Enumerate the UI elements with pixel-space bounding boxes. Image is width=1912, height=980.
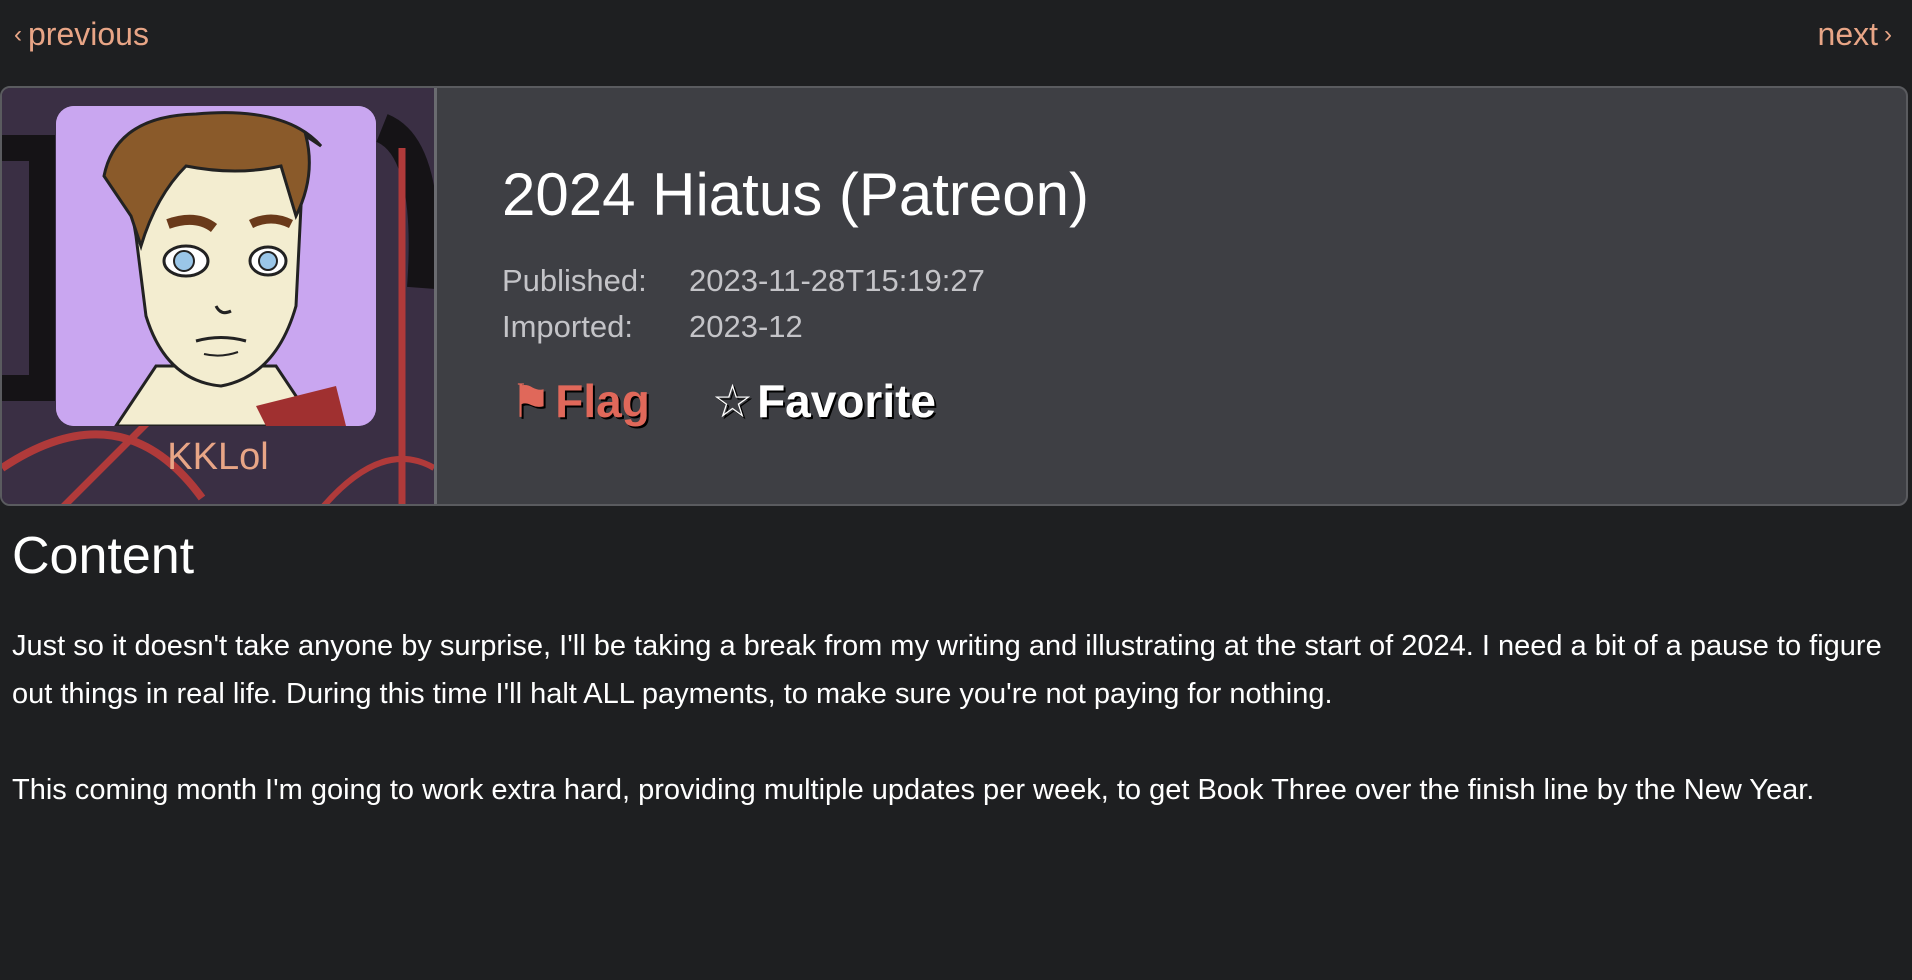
content-paragraph: This coming month I'm going to work extr… (12, 774, 1815, 806)
post-actions: ⚑ Flag ☆ Favorite (502, 374, 936, 428)
next-label: next (1817, 16, 1878, 52)
star-icon: ☆ (711, 375, 754, 427)
post-title: 2024 Hiatus (Patreon) (502, 161, 1089, 228)
favorite-label: Favorite (757, 375, 937, 427)
next-link[interactable]: next › (1818, 16, 1898, 53)
avatar-portrait-icon (56, 106, 376, 426)
flag-icon: ⚑ (510, 375, 552, 427)
favorite-button[interactable]: ☆ Favorite (712, 374, 936, 428)
published-label: Published: (502, 263, 647, 298)
username-link[interactable]: KKLol (2, 436, 434, 479)
chevron-left-icon: ‹ (14, 20, 22, 48)
flag-button[interactable]: ⚑ Flag (502, 374, 650, 428)
previous-label: previous (28, 16, 149, 52)
published-row: Published: 2023-11-28T15:19:27 (502, 258, 985, 304)
post-header: KKLol 2024 Hiatus (Patreon) Published: 2… (0, 86, 1908, 506)
post-navigation: ‹ previous next › (0, 0, 1912, 84)
content-paragraph: Just so it doesn't take anyone by surpri… (12, 630, 1882, 710)
post-info: 2024 Hiatus (Patreon) Published: 2023-11… (502, 88, 1906, 504)
imported-row: Imported: 2023-12 (502, 304, 985, 350)
flag-label: Flag (555, 375, 650, 427)
user-panel: KKLol (2, 88, 437, 504)
post-meta: Published: 2023-11-28T15:19:27 Imported:… (502, 258, 985, 350)
published-value: 2023-11-28T15:19:27 (689, 263, 985, 298)
imported-value: 2023-12 (689, 309, 803, 344)
content-body: Just so it doesn't take anyone by surpri… (12, 622, 1892, 862)
user-avatar[interactable] (56, 106, 376, 426)
previous-link[interactable]: ‹ previous (8, 16, 149, 53)
content-heading: Content (12, 527, 195, 585)
chevron-right-icon: › (1884, 20, 1892, 48)
imported-label: Imported: (502, 309, 633, 344)
